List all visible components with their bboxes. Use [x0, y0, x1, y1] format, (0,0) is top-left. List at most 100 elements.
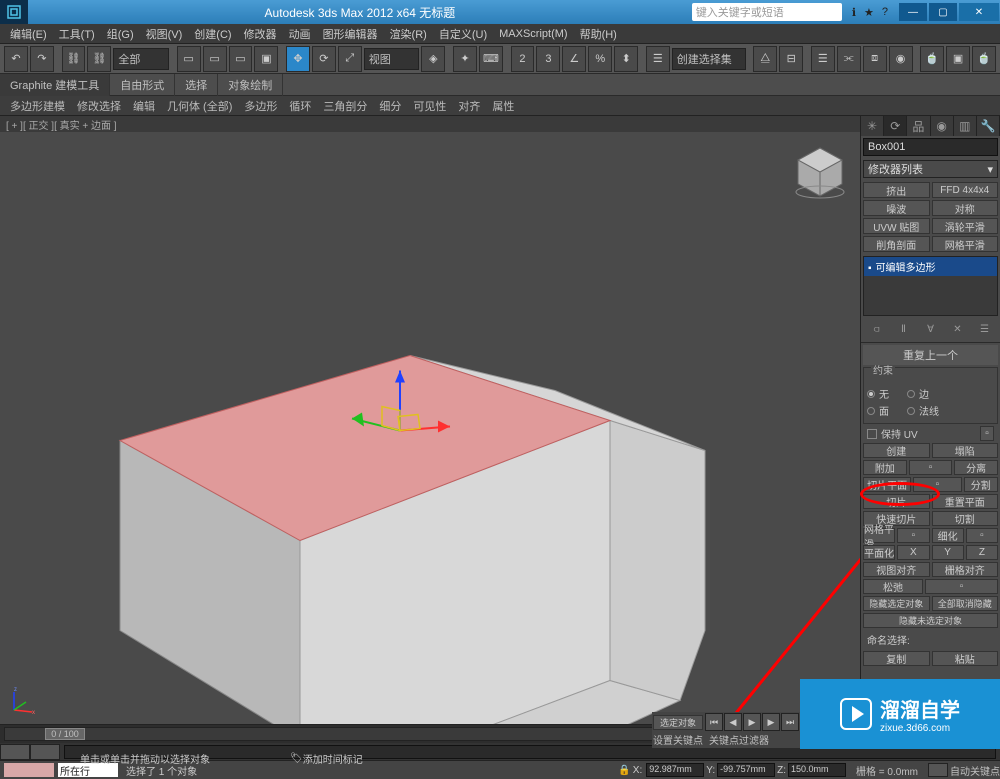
- menu-graph[interactable]: 图形编辑器: [317, 24, 384, 44]
- constraint-face-radio[interactable]: [867, 407, 875, 415]
- layer-manager-button[interactable]: ☰: [811, 46, 835, 72]
- render-frame-button[interactable]: ▣: [946, 46, 970, 72]
- render-setup-button[interactable]: 🍵: [920, 46, 944, 72]
- selection-filter-dropdown[interactable]: 全部: [113, 48, 169, 70]
- view-align-button[interactable]: 视图对齐: [863, 562, 930, 577]
- set-key-button[interactable]: 设置关键点: [653, 732, 703, 747]
- preset-chamferprofile[interactable]: 削角剖面: [863, 236, 930, 252]
- unlink-button[interactable]: ⛓: [87, 46, 111, 72]
- menu-customize[interactable]: 自定义(U): [433, 24, 493, 44]
- keyboard-shortcut-button[interactable]: ⌨: [479, 46, 503, 72]
- utilities-tab-icon[interactable]: 🔧: [977, 116, 1000, 136]
- r2-polys[interactable]: 多边形: [238, 96, 283, 116]
- status-color-swatch[interactable]: [4, 763, 54, 777]
- paste-button[interactable]: 粘贴: [932, 651, 999, 666]
- snap-3d-button[interactable]: 3: [536, 46, 560, 72]
- infocenter-icon[interactable]: ℹ: [852, 6, 856, 19]
- constraint-none-radio[interactable]: [867, 390, 875, 398]
- sel-set-dropdown[interactable]: 选定对象: [653, 715, 703, 730]
- window-crossing-button[interactable]: ▣: [254, 46, 278, 72]
- maximize-button[interactable]: ▢: [929, 3, 957, 21]
- planarize-button[interactable]: 平面化: [863, 545, 895, 560]
- star-icon[interactable]: ★: [864, 6, 874, 19]
- planar-x[interactable]: X: [897, 545, 929, 560]
- r2-tri[interactable]: 三角剖分: [317, 96, 373, 116]
- r2-edit[interactable]: 编辑: [127, 96, 161, 116]
- modifier-stack[interactable]: ▪可编辑多边形: [863, 256, 998, 316]
- r2-vis[interactable]: 可见性: [407, 96, 452, 116]
- modify-tab-icon[interactable]: ⟳: [884, 116, 907, 136]
- r2-loops[interactable]: 循环: [283, 96, 317, 116]
- material-editor-button[interactable]: ◉: [889, 46, 913, 72]
- spinner-snap-button[interactable]: ⬍: [614, 46, 638, 72]
- slice-button[interactable]: 切片: [863, 494, 930, 509]
- play-button[interactable]: ▶: [743, 713, 761, 731]
- constraint-normal-radio[interactable]: [907, 407, 915, 415]
- relax-button[interactable]: 松弛: [863, 579, 923, 594]
- tab-freeform[interactable]: 自由形式: [110, 74, 175, 96]
- key-mode-button[interactable]: [928, 763, 948, 777]
- slice-plane-button[interactable]: 切片平面: [863, 477, 911, 492]
- undo-button[interactable]: ↶: [4, 46, 28, 72]
- hierarchy-tab-icon[interactable]: 品: [907, 116, 930, 136]
- add-time-tag[interactable]: 添加时间标记: [303, 751, 363, 766]
- tessellate-button[interactable]: 细化: [932, 528, 964, 543]
- align-button[interactable]: ⊟: [779, 46, 803, 72]
- manipulate-button[interactable]: ✦: [453, 46, 477, 72]
- select-region-button[interactable]: ▭: [229, 46, 253, 72]
- menu-group[interactable]: 组(G): [101, 24, 140, 44]
- constraint-edge-radio[interactable]: [907, 390, 915, 398]
- link-button[interactable]: ⛓: [62, 46, 86, 72]
- create-tab-icon[interactable]: ✳: [861, 116, 884, 136]
- close-button[interactable]: ✕: [959, 3, 999, 21]
- tessellate-settings[interactable]: ▫: [966, 528, 998, 543]
- minimize-button[interactable]: —: [899, 3, 927, 21]
- msmooth-settings[interactable]: ▫: [897, 528, 929, 543]
- menu-render[interactable]: 渲染(R): [384, 24, 433, 44]
- viewport-label[interactable]: [ + ][ 正交 ][ 真实 + 边面 ]: [0, 116, 860, 132]
- preset-ffd[interactable]: FFD 4x4x4: [932, 182, 999, 198]
- viewport[interactable]: z x: [0, 132, 860, 724]
- rotate-button[interactable]: ⟳: [312, 46, 336, 72]
- tab-selection[interactable]: 选择: [175, 74, 218, 96]
- hide-selected-button[interactable]: 隐藏选定对象: [863, 596, 930, 611]
- menu-tools[interactable]: 工具(T): [53, 24, 101, 44]
- hide-unselected-button[interactable]: 隐藏未选定对象: [863, 613, 998, 628]
- schematic-button[interactable]: ⧈: [863, 46, 887, 72]
- collapse-button[interactable]: 塌陷: [932, 443, 999, 458]
- attach-button[interactable]: 附加: [863, 460, 907, 475]
- preset-turbosmooth[interactable]: 涡轮平滑: [932, 218, 999, 234]
- curve-editor-button[interactable]: ⫘: [837, 46, 861, 72]
- preserve-uv-checkbox[interactable]: [867, 429, 877, 439]
- motion-tab-icon[interactable]: ◉: [931, 116, 954, 136]
- redo-button[interactable]: ↷: [30, 46, 54, 72]
- attach-settings[interactable]: ▫: [909, 460, 953, 475]
- goto-start-button[interactable]: ⏮: [705, 713, 723, 731]
- named-selection-dropdown[interactable]: 创建选择集: [672, 48, 746, 70]
- preset-extrude[interactable]: 挤出: [863, 182, 930, 198]
- preserve-uv-settings[interactable]: ▫: [980, 426, 994, 441]
- search-input[interactable]: 键入关键字或短语: [692, 3, 842, 21]
- ref-coord-dropdown[interactable]: 视图: [364, 48, 420, 70]
- menu-create[interactable]: 创建(C): [188, 24, 237, 44]
- configure-icon[interactable]: ☰: [978, 322, 992, 336]
- remove-mod-icon[interactable]: ✕: [951, 322, 965, 336]
- split-checkbox[interactable]: ▫: [913, 477, 961, 492]
- render-button[interactable]: 🍵: [972, 46, 996, 72]
- coord-y-input[interactable]: -99.757mm: [717, 763, 775, 777]
- edit-named-sel-button[interactable]: ☰: [646, 46, 670, 72]
- pivot-button[interactable]: ◈: [421, 46, 445, 72]
- repeat-last-button[interactable]: 重复上一个: [863, 345, 998, 365]
- autokey-button[interactable]: 自动关键点: [950, 763, 1000, 778]
- lock-icon[interactable]: 🔒: [618, 765, 630, 776]
- viewcube[interactable]: [790, 142, 850, 202]
- preset-symmetry[interactable]: 对称: [932, 200, 999, 216]
- percent-snap-button[interactable]: %: [588, 46, 612, 72]
- grid-align-button[interactable]: 栅格对齐: [932, 562, 999, 577]
- stack-editable-poly[interactable]: ▪可编辑多边形: [864, 257, 997, 276]
- time-slider-thumb[interactable]: 0 / 100: [45, 728, 85, 740]
- menu-animation[interactable]: 动画: [283, 24, 317, 44]
- display-tab-icon[interactable]: ▥: [954, 116, 977, 136]
- detach-button[interactable]: 分离: [954, 460, 998, 475]
- msmooth-button[interactable]: 网格平滑: [863, 528, 895, 543]
